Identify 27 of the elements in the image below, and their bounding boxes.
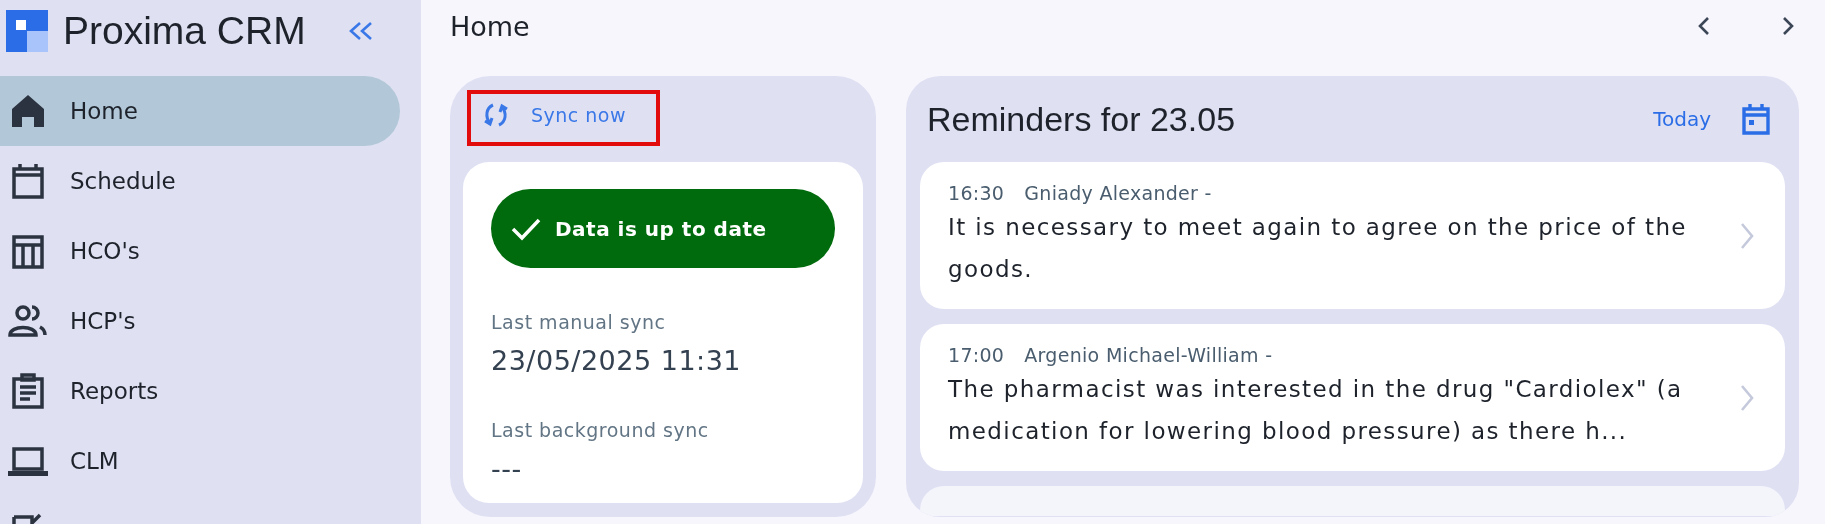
status-badge: Data is up to date — [491, 189, 835, 268]
reminder-card[interactable]: 16:30 Gniady Alexander - It is necessary to meet again to agree on the price of the goods. — [920, 162, 1785, 309]
field-label: Last background sync — [491, 419, 710, 441]
reminder-text: The pharmacist was interested in the drug "Cardiolex" (a medication for lowering blood pressure) as there h... — [948, 374, 1684, 446]
nav-item[interactable]: Reports — [0, 356, 400, 426]
nav-item[interactable]: CLM — [0, 426, 400, 496]
reminder-person: Gniady Alexander - — [1024, 181, 1212, 204]
nav-item[interactable]: Home — [0, 76, 400, 146]
reminders-title: Reminders for 23.05 — [927, 99, 1237, 139]
page-title: Home — [450, 10, 530, 42]
nav-item[interactable]: HCO's — [0, 216, 400, 286]
field-label: Last manual sync — [491, 311, 667, 333]
nav-item[interactable]: HCP's — [0, 286, 400, 356]
field-value: --- — [491, 453, 523, 484]
reminder-person: Argenio Michael-William - — [1024, 343, 1273, 366]
check-icon — [511, 216, 541, 241]
today-button[interactable]: Today — [1647, 106, 1717, 132]
app-title: Proxima CRM — [63, 9, 306, 53]
reminder-text: It is necessary to meet again to agree on the price of the goods. — [948, 212, 1688, 284]
nav-item[interactable]: Schedule — [0, 146, 400, 216]
collapse-icon[interactable] — [347, 21, 374, 41]
field-value: 23/05/2025 11:31 — [491, 345, 742, 376]
logo-icon — [6, 10, 48, 52]
reminder-time: 16:30 — [948, 181, 1005, 204]
calendar-icon[interactable] — [1741, 102, 1771, 136]
reminder-time: 17:00 — [948, 343, 1005, 366]
reminder-card[interactable]: 17:00 Argenio Michael-William - The pharmacist was interested in the drug "Cardiolex" (a medication for lowering blood pressure) as there h... — [920, 324, 1785, 471]
